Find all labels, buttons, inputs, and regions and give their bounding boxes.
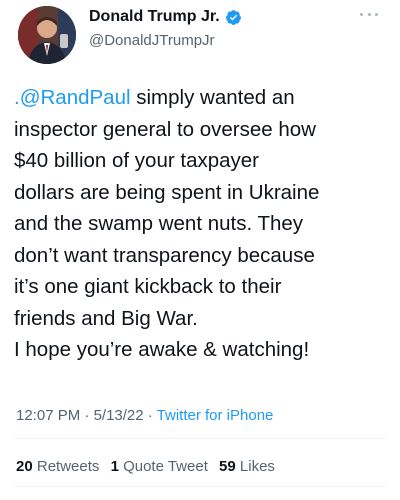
- retweets-count: 20: [16, 458, 33, 475]
- tweet-line-1: .@RandPaul simply wanted an: [14, 82, 390, 114]
- verified-badge-icon: [225, 9, 242, 26]
- tweet-line: friends and Big War.: [14, 306, 198, 330]
- tweet-source-link[interactable]: Twitter for iPhone: [157, 407, 274, 424]
- tweet-time[interactable]: 12:07 PM: [16, 407, 80, 424]
- tweet-line: I hope you’re awake & watching!: [14, 338, 310, 361]
- meta-separator: ·: [143, 407, 157, 424]
- more-options-icon[interactable]: [360, 9, 378, 19]
- retweets-stat[interactable]: 20 Retweets: [16, 458, 99, 475]
- author-name-text: Donald Trump Jr.: [89, 8, 220, 25]
- tweet-line: don’t want transparency because: [14, 243, 315, 267]
- tweet-date[interactable]: 5/13/22: [94, 407, 144, 424]
- divider: [14, 486, 386, 487]
- mention-link[interactable]: .@RandPaul: [14, 86, 131, 109]
- tweet-metadata: 12:07 PM · 5/13/22 · Twitter for iPhone: [16, 407, 273, 424]
- avatar-image: [18, 6, 76, 64]
- divider: [14, 438, 386, 439]
- tweet-line: and the swamp went nuts. They: [14, 212, 304, 235]
- avatar[interactable]: [18, 6, 76, 64]
- tweet-text: .@RandPaul simply wanted an inspector ge…: [14, 82, 390, 366]
- tweet-stats: 20 Retweets 1 Quote Tweet 59 Likes: [16, 458, 282, 475]
- tweet-line-1-rest: simply wanted an: [130, 86, 295, 109]
- tweet-line: it’s one giant kickback to their: [14, 275, 282, 298]
- tweet-line: dollars are being spent in Ukraine: [14, 180, 320, 204]
- tweet-card: Donald Trump Jr. @DonaldJTrumpJr .@RandP…: [0, 0, 400, 500]
- likes-count: 59: [219, 458, 236, 475]
- likes-stat[interactable]: 59 Likes: [219, 458, 275, 475]
- tweet-line: $40 billion of your taxpayer: [14, 149, 260, 172]
- author-display-name[interactable]: Donald Trump Jr.: [89, 8, 242, 26]
- author-handle[interactable]: @DonaldJTrumpJr: [89, 32, 215, 49]
- quote-tweets-stat[interactable]: 1 Quote Tweet: [111, 458, 208, 475]
- quote-tweets-count: 1: [110, 458, 119, 475]
- tweet-line: inspector general to oversee how: [14, 117, 316, 141]
- likes-label: Likes: [239, 458, 275, 475]
- meta-separator: ·: [80, 407, 94, 424]
- quote-tweets-label: Quote Tweet: [123, 458, 208, 475]
- retweets-label: Retweets: [36, 458, 100, 475]
